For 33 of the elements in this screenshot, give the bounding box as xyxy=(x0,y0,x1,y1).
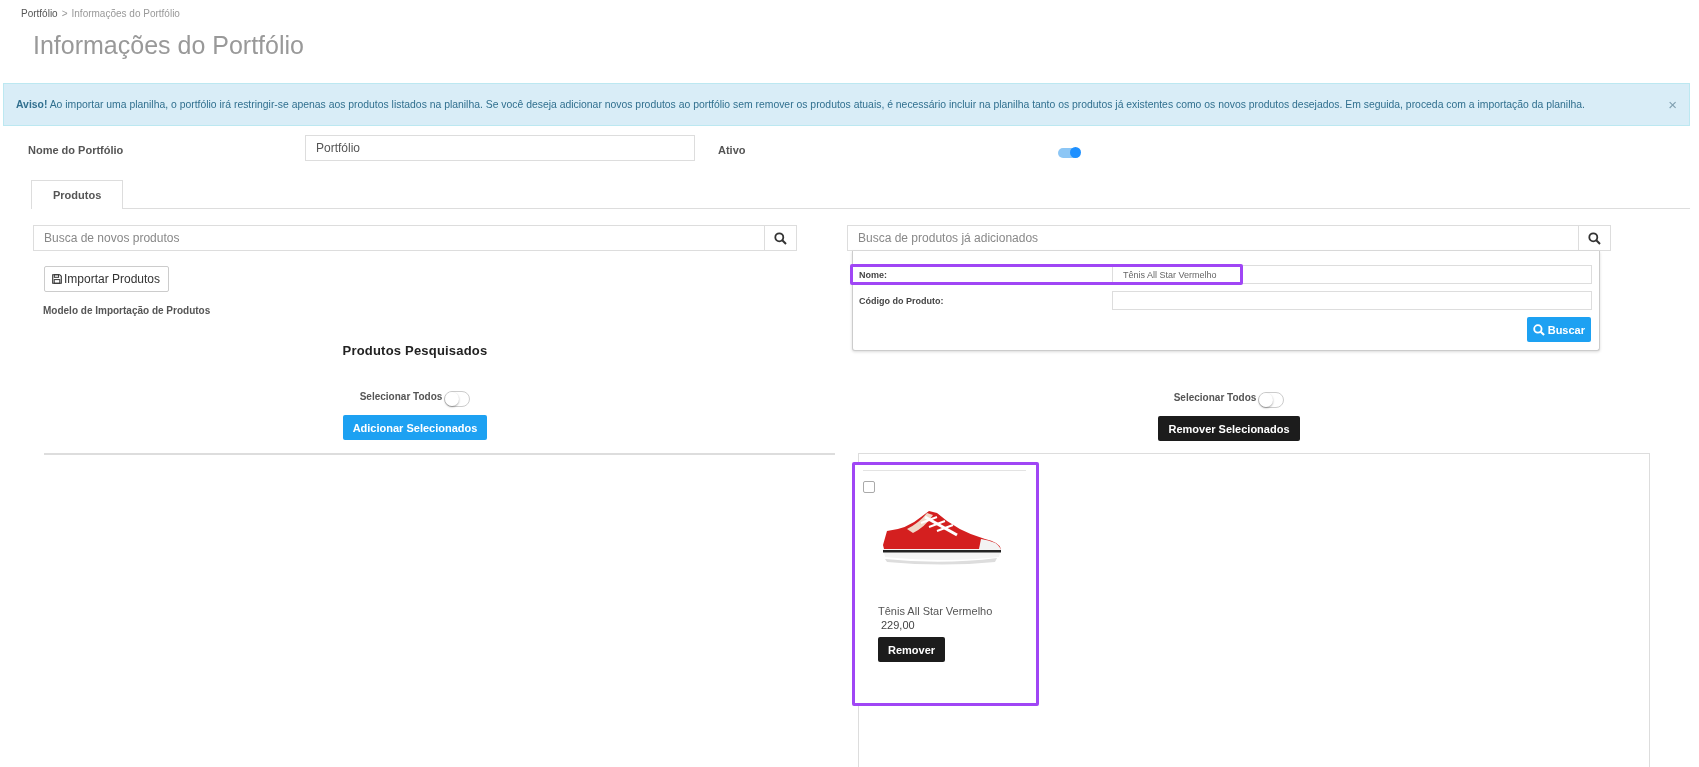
section-heading: Produtos Pesquisados xyxy=(342,343,488,359)
toggle-label: Selecionar Todos xyxy=(1173,391,1257,403)
text-field[interactable] xyxy=(1112,291,1592,310)
search-button[interactable] xyxy=(1579,225,1611,251)
name-input-field[interactable]: Portfólio xyxy=(305,135,695,161)
field-label: Nome: xyxy=(859,269,888,280)
remove-selected-button[interactable]: Remover Selecionados xyxy=(1158,416,1300,441)
breadcrumb-link[interactable]: Portfólio xyxy=(21,8,58,19)
product-name: Tênis All Star Vermelho xyxy=(878,605,994,617)
search-button[interactable] xyxy=(765,225,797,251)
toggle-switch[interactable] xyxy=(1258,392,1285,408)
search-icon xyxy=(1588,231,1601,245)
checkbox[interactable] xyxy=(863,481,875,493)
remove-button[interactable]: Remover xyxy=(878,637,946,662)
template-link[interactable]: Modelo de Importação de Produtos xyxy=(43,305,211,316)
product-price: 229,00 xyxy=(881,619,916,631)
alert-text: Aviso! Ao importar uma planilha, o portfólio irá restringir-se apenas aos produtos listados na planilha. Se você deseja adicionar novos produtos ao portfólio sem remover os produtos atuais, é necessário incluir na planilha tanto os produtos já existentes como os novos produtos desejados. Em seguida, proceda com a importação da planilha. xyxy=(16,99,1585,110)
field-label: Nome do Portfólio xyxy=(28,143,125,156)
search-icon xyxy=(1532,323,1545,336)
breadcrumb-separator: > xyxy=(61,8,68,19)
breadcrumb-current: Informações do Portfólio xyxy=(71,8,180,19)
search-field[interactable]: Busca de novos produtos xyxy=(33,225,765,251)
toggle-switch[interactable] xyxy=(444,391,471,407)
toggle-label: Selecionar Todos xyxy=(359,390,443,402)
field-label: Código do Produto: xyxy=(859,295,945,306)
search-field[interactable]: Busca de produtos já adicionados xyxy=(847,225,1579,251)
page-title: Informações do Portfólio xyxy=(33,31,305,61)
field-label: Ativo xyxy=(718,143,747,156)
search-icon xyxy=(774,231,787,245)
import-button[interactable]: Importar Produtos xyxy=(44,266,170,292)
toggle-switch[interactable] xyxy=(1058,148,1080,158)
text-field[interactable]: Tênis All Star Vermelho xyxy=(1112,265,1592,284)
tab[interactable]: Produtos xyxy=(31,180,124,209)
